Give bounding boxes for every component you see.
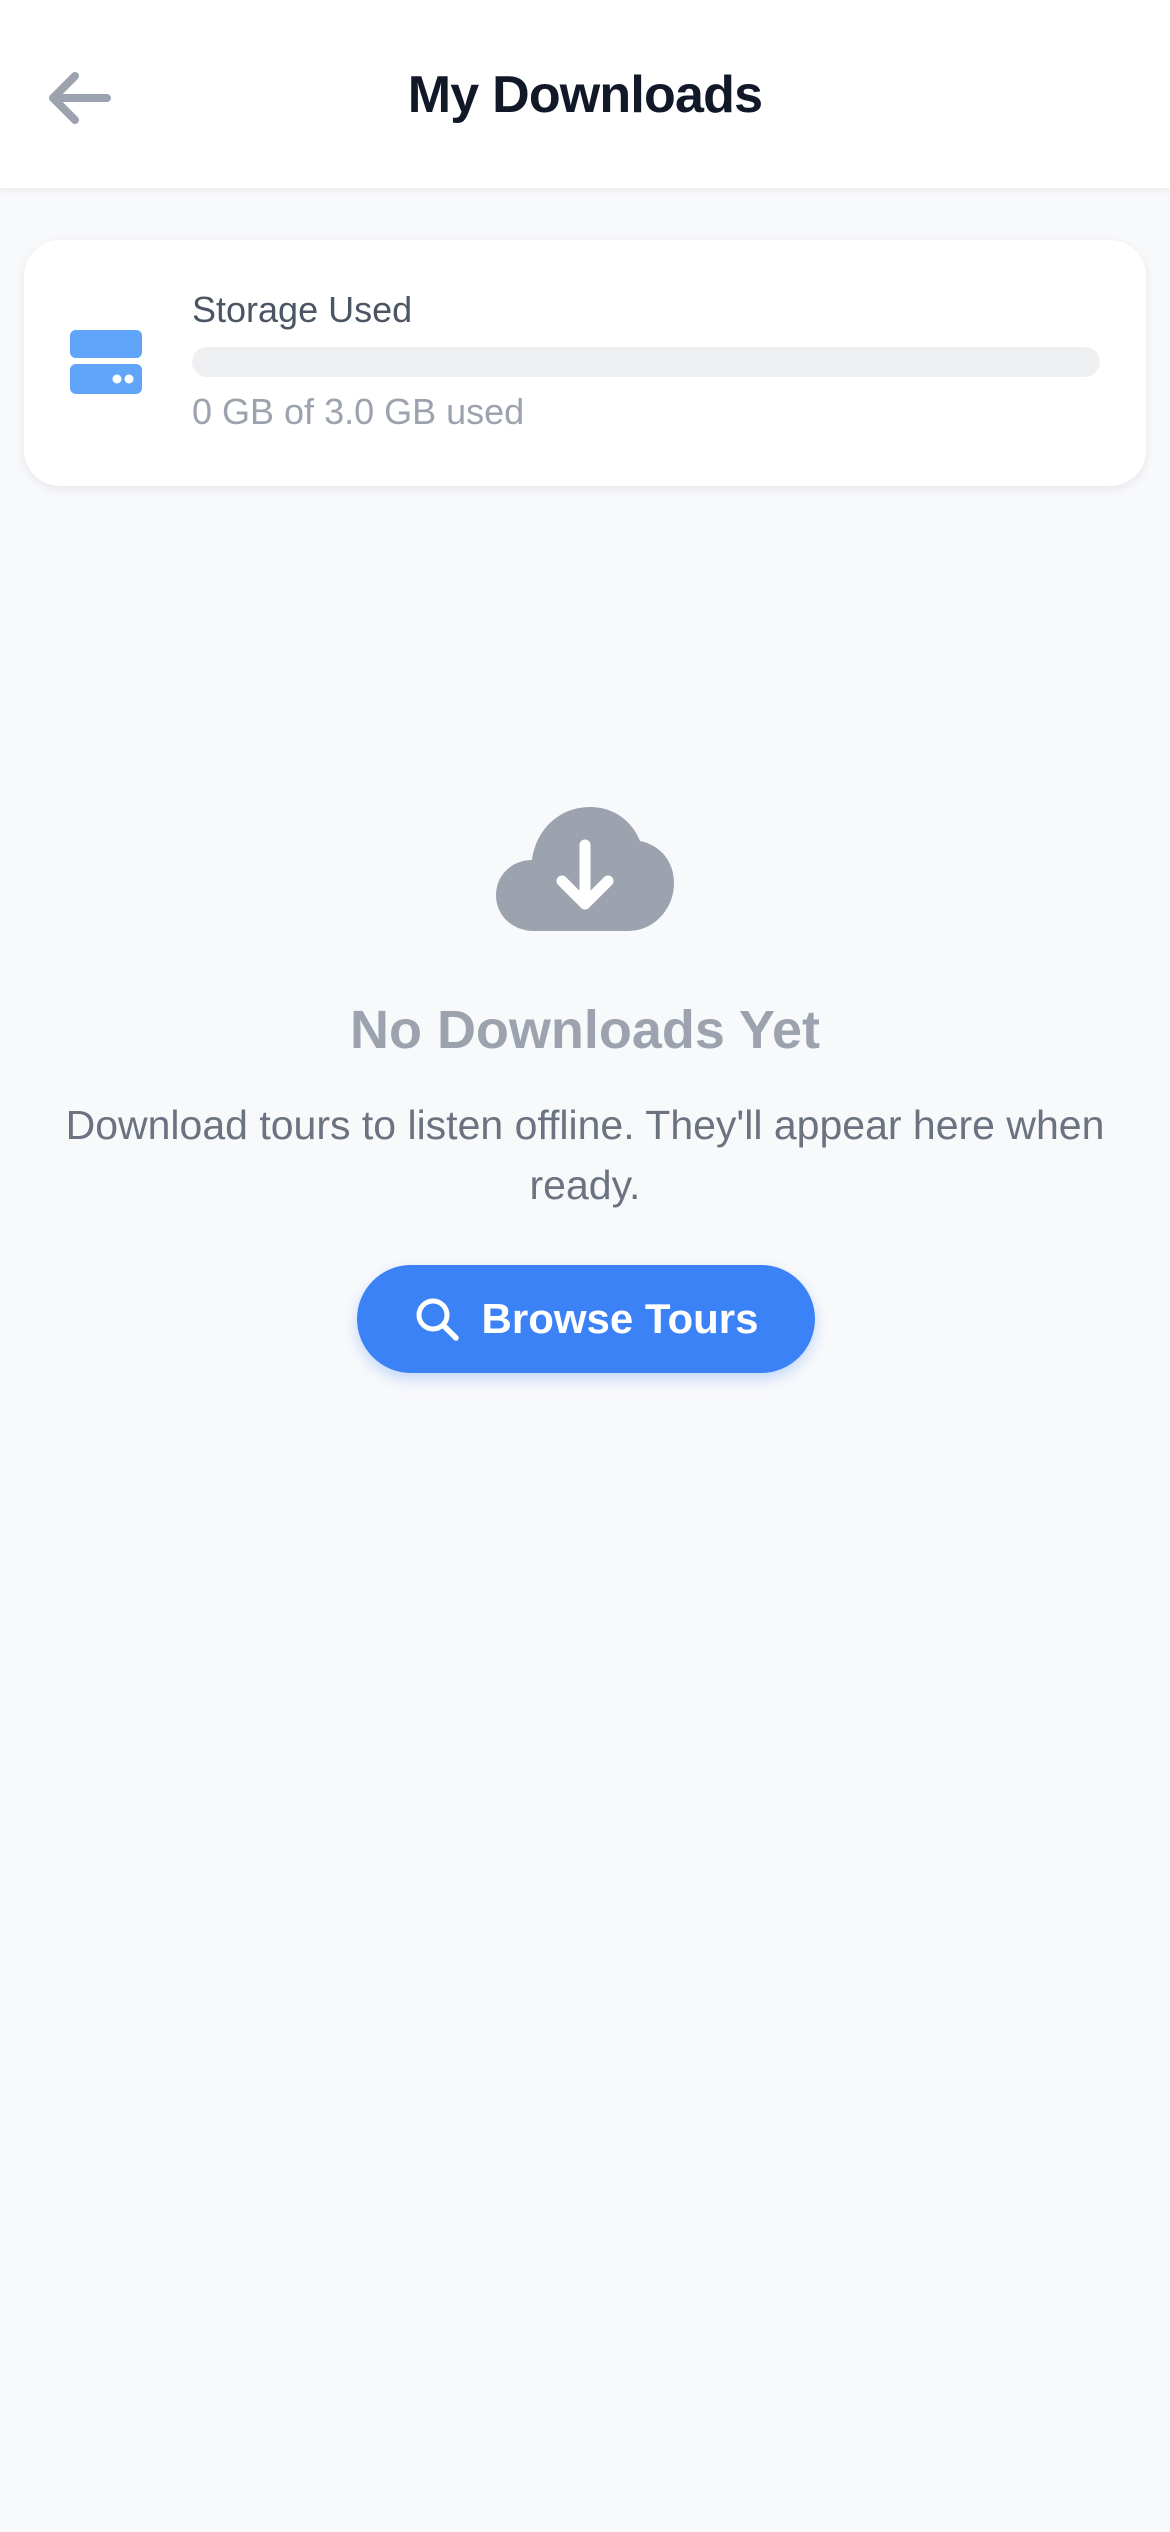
storage-label: Storage Used <box>192 289 413 330</box>
storage-usage-text: 0 GB of 3.0 GB used <box>192 391 525 432</box>
search-icon <box>414 1296 460 1342</box>
storage-card: Storage Used 0 GB of 3.0 GB used <box>24 240 1146 486</box>
storage-progress-bar <box>192 347 1100 377</box>
browse-tours-button[interactable]: Browse Tours <box>357 1265 815 1373</box>
hard-drive-icon <box>70 330 142 394</box>
empty-state-title: No Downloads Yet <box>349 1000 821 1060</box>
cloud-download-icon <box>496 807 674 931</box>
page-title: My Downloads <box>407 66 763 124</box>
browse-tours-label: Browse Tours <box>481 1295 759 1342</box>
top-app-bar: My Downloads <box>0 0 1170 189</box>
empty-state-description: Download tours to listen offline. They'l… <box>65 1102 1105 1208</box>
